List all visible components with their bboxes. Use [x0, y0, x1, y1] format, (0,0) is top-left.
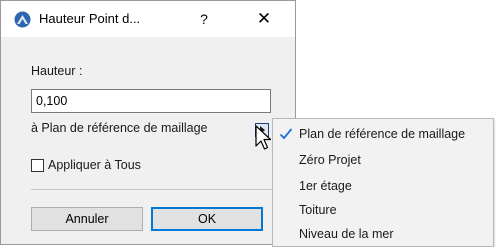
close-icon: ✕: [256, 9, 272, 28]
menu-item-roof[interactable]: Toiture: [273, 197, 493, 223]
mouse-pointer-icon: [255, 125, 272, 150]
checkmark-icon: [279, 128, 293, 140]
menu-item-label: Zéro Projet: [299, 153, 361, 167]
dialog-titlebar: Hauteur Point d... ? ✕: [1, 1, 295, 37]
cancel-button[interactable]: Annuler: [31, 207, 143, 231]
apply-all-label: Appliquer à Tous: [48, 158, 141, 172]
menu-item-sea-level[interactable]: Niveau de la mer: [273, 221, 493, 247]
height-input[interactable]: [31, 89, 271, 113]
reference-dropdown-menu: Plan de référence de maillage Zéro Proje…: [272, 118, 494, 247]
menu-item-label: 1er étage: [299, 179, 352, 193]
app-logo-icon: [14, 11, 31, 28]
close-button[interactable]: ✕: [249, 4, 279, 34]
menu-item-project-zero[interactable]: Zéro Projet: [273, 147, 493, 173]
height-label: Hauteur :: [31, 64, 83, 78]
height-point-dialog: Hauteur Point d... ? ✕ Hauteur : à Plan …: [0, 0, 296, 245]
apply-all-checkbox[interactable]: [31, 159, 44, 172]
menu-item-label: Plan de référence de maillage: [299, 127, 466, 141]
menu-item-label: Toiture: [299, 203, 337, 217]
menu-item-grid-reference-plane[interactable]: Plan de référence de maillage: [273, 121, 493, 147]
help-button[interactable]: ?: [189, 4, 219, 34]
dialog-title: Hauteur Point d...: [39, 11, 141, 26]
help-icon: ?: [200, 11, 208, 27]
menu-item-label: Niveau de la mer: [299, 227, 394, 241]
reference-label: à Plan de référence de maillage: [31, 121, 208, 135]
separator: [31, 189, 273, 190]
menu-item-first-floor[interactable]: 1er étage: [273, 173, 493, 199]
ok-button[interactable]: OK: [151, 207, 263, 231]
